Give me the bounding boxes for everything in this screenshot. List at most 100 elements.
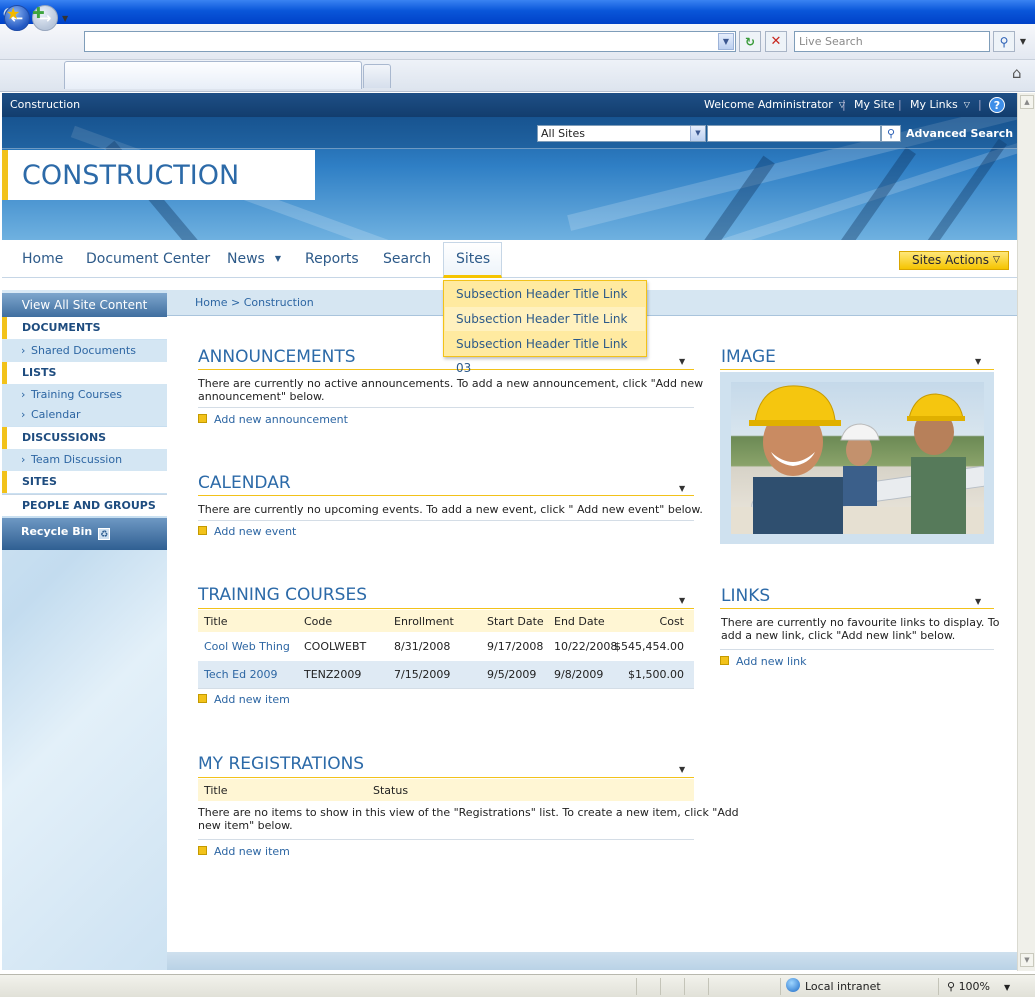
- webpart-menu-icon[interactable]: ▼: [679, 596, 685, 605]
- help-icon[interactable]: ?: [989, 97, 1005, 113]
- address-bar[interactable]: ▼: [84, 31, 736, 52]
- quick-launch-shared-documents[interactable]: Shared Documents: [2, 340, 167, 362]
- course-end-date: 10/22/2008: [554, 640, 618, 653]
- course-title-link[interactable]: Cool Web Thing: [204, 640, 290, 653]
- search-scope-select[interactable]: All Sites ▼: [537, 125, 706, 142]
- quick-launch-sites[interactable]: SITES: [2, 471, 167, 493]
- address-dropdown-icon[interactable]: ▼: [718, 33, 734, 50]
- column-header-enrollment[interactable]: Enrollment: [394, 615, 454, 628]
- search-options-dropdown-icon[interactable]: ▼: [1016, 31, 1030, 52]
- column-header-title[interactable]: Title: [204, 615, 228, 628]
- search-icon[interactable]: ⚲: [881, 125, 901, 142]
- webpart-menu-icon[interactable]: ▼: [975, 597, 981, 606]
- view-all-site-content-link[interactable]: View All Site Content: [2, 293, 167, 317]
- webpart-menu-icon[interactable]: ▼: [679, 357, 685, 366]
- globe-icon: [786, 978, 800, 992]
- add-new-announcement-link[interactable]: Add new announcement: [198, 413, 348, 426]
- webpart-menu-icon[interactable]: ▼: [975, 357, 981, 366]
- sites-dropdown-menu: Subsection Header Title Link 01 Subsecti…: [443, 280, 647, 375]
- favorites-star-icon[interactable]: ★: [6, 4, 20, 23]
- calendar-empty-text: There are currently no upcoming events. …: [198, 503, 703, 516]
- my-registrations-title[interactable]: MY REGISTRATIONS: [198, 754, 364, 774]
- quick-launch-documents[interactable]: DOCUMENTS: [2, 317, 167, 339]
- title-rule: [198, 608, 694, 609]
- course-title-link[interactable]: Tech Ed 2009: [204, 668, 278, 681]
- browser-title-bar: e: [0, 0, 1035, 24]
- training-courses-title[interactable]: TRAINING COURSES: [198, 585, 367, 605]
- my-links-menu[interactable]: My Links ▽: [910, 98, 970, 111]
- image-title[interactable]: IMAGE: [721, 347, 776, 367]
- history-dropdown-icon[interactable]: ▼: [62, 14, 68, 23]
- site-search-input[interactable]: [707, 125, 881, 142]
- add-new-item-link[interactable]: Add new item: [198, 693, 290, 706]
- breadcrumb[interactable]: Home > Construction: [195, 296, 314, 309]
- add-new-event-link[interactable]: Add new event: [198, 525, 296, 538]
- chevron-down-icon: ▽: [993, 255, 1000, 265]
- nav-document-center[interactable]: Document Center: [86, 251, 210, 267]
- title-rule: [720, 369, 994, 370]
- column-header-code[interactable]: Code: [304, 615, 332, 628]
- stop-button[interactable]: ✕: [765, 31, 787, 52]
- chevron-down-icon: ▼: [690, 126, 705, 141]
- sites-menu-item-02[interactable]: Subsection Header Title Link 02: [445, 307, 645, 350]
- my-site-link[interactable]: My Site: [854, 98, 895, 111]
- quick-launch-training-courses[interactable]: Training Courses: [2, 384, 167, 406]
- sharepoint-global-bar: Construction Welcome Administrator ▽ | My…: [2, 93, 1017, 117]
- column-header-start-date[interactable]: Start Date: [487, 615, 544, 628]
- divider: [198, 688, 694, 689]
- quick-launch-discussions[interactable]: DISCUSSIONS: [2, 427, 167, 449]
- nav-news-label: News: [227, 251, 265, 267]
- security-zone[interactable]: Local intranet: [805, 980, 881, 993]
- add-favorites-icon[interactable]: ✚: [32, 4, 45, 22]
- title-rule: [198, 495, 694, 496]
- course-cost: $545,454.00: [614, 640, 684, 653]
- sites-menu-item-03[interactable]: Subsection Header Title Link 03: [445, 332, 645, 375]
- quick-launch-calendar[interactable]: Calendar: [2, 404, 167, 426]
- my-links-label: My Links: [910, 98, 958, 111]
- calendar-title[interactable]: CALENDAR: [198, 473, 291, 493]
- nav-reports[interactable]: Reports: [305, 251, 359, 267]
- nav-home[interactable]: Home: [22, 251, 63, 267]
- recycle-bin-link[interactable]: Recycle Bin ♻: [2, 518, 167, 550]
- column-header-cost[interactable]: Cost: [660, 615, 684, 628]
- nav-search[interactable]: Search: [383, 251, 431, 267]
- welcome-menu[interactable]: Welcome Administrator ▽: [704, 98, 845, 111]
- nav-sites[interactable]: Sites: [443, 242, 502, 278]
- links-empty-line1: There are currently no favourite links t…: [721, 616, 1000, 629]
- new-tab-button[interactable]: [363, 64, 391, 88]
- site-name-link[interactable]: Construction: [10, 98, 80, 111]
- registrations-empty-line1: There are no items to show in this view …: [198, 806, 739, 819]
- webpart-menu-icon[interactable]: ▼: [679, 765, 685, 774]
- quick-launch-team-discussion[interactable]: Team Discussion: [2, 449, 167, 471]
- scroll-down-icon[interactable]: ▼: [1020, 953, 1034, 967]
- zoom-level[interactable]: ⚲ 100% ▼: [947, 980, 1010, 993]
- sites-menu-item-01[interactable]: Subsection Header Title Link 01: [445, 282, 645, 325]
- banner-decoration: [907, 138, 1007, 240]
- live-search-input[interactable]: Live Search: [794, 31, 990, 52]
- advanced-search-link[interactable]: Advanced Search: [906, 127, 1013, 140]
- webpart-menu-icon[interactable]: ▼: [679, 484, 685, 493]
- column-header-title[interactable]: Title: [204, 784, 228, 797]
- column-header-end-date[interactable]: End Date: [554, 615, 605, 628]
- links-title[interactable]: LINKS: [721, 586, 770, 606]
- refresh-button[interactable]: ↻: [739, 31, 761, 52]
- status-divider: [660, 978, 661, 995]
- add-new-item-link[interactable]: Add new item: [198, 845, 290, 858]
- column-header-status[interactable]: Status: [373, 784, 408, 797]
- chevron-down-icon: ▼: [274, 254, 281, 263]
- chevron-down-icon: ▽: [963, 100, 970, 109]
- browser-tab-active[interactable]: [64, 61, 362, 89]
- quick-launch-lists[interactable]: LISTS: [2, 362, 167, 384]
- home-icon[interactable]: ⌂: [1012, 64, 1022, 82]
- welcome-label: Welcome Administrator: [704, 98, 833, 111]
- vertical-scrollbar[interactable]: ▲ ▼: [1017, 93, 1035, 971]
- nav-news[interactable]: News ▼: [227, 251, 281, 267]
- search-icon[interactable]: ⚲: [993, 31, 1015, 52]
- sites-actions-button[interactable]: Sites Actions ▽: [899, 251, 1009, 270]
- announcements-title[interactable]: ANNOUNCEMENTS: [198, 347, 356, 367]
- site-title[interactable]: CONSTRUCTION: [22, 160, 239, 191]
- add-new-link-link[interactable]: Add new link: [720, 655, 806, 668]
- course-code: COOLWEBT: [304, 640, 367, 653]
- scroll-up-icon[interactable]: ▲: [1020, 95, 1034, 109]
- quick-launch-people-and-groups[interactable]: PEOPLE AND GROUPS: [2, 494, 167, 516]
